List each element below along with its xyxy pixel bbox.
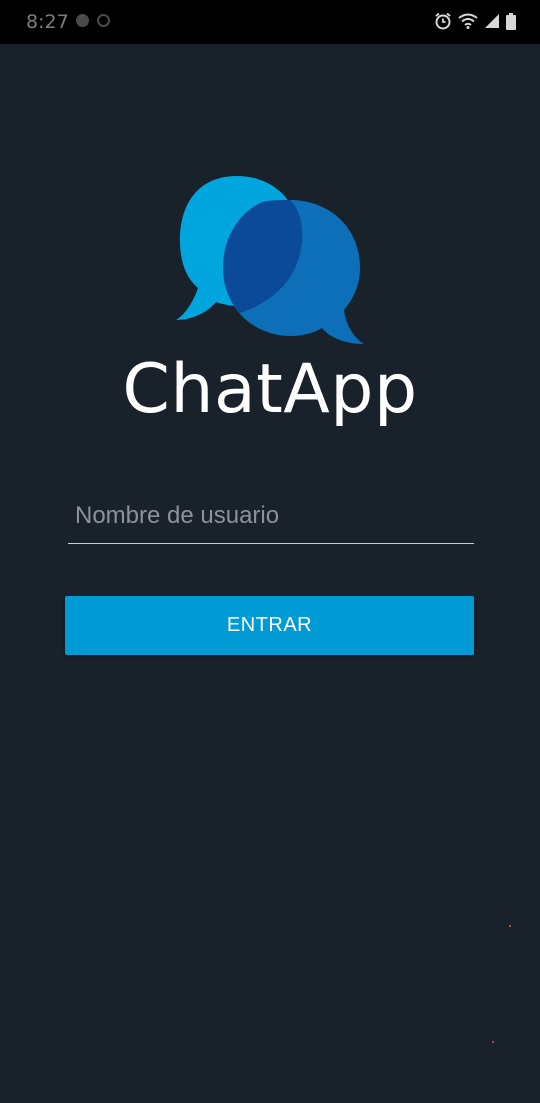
wifi-icon	[458, 13, 478, 29]
at-icon	[97, 14, 110, 27]
username-input[interactable]	[68, 488, 474, 544]
status-time: 8:27	[26, 11, 69, 33]
decorative-dot	[509, 925, 511, 927]
decorative-dot	[492, 1041, 494, 1043]
signal-icon	[485, 14, 499, 28]
enter-button[interactable]: ENTRAR	[65, 596, 474, 655]
battery-icon	[506, 12, 516, 30]
alarm-icon	[435, 12, 451, 30]
status-icons	[434, 11, 516, 31]
status-bar: 8:27	[0, 0, 540, 44]
login-screen: 8:27 ChatApp Nombre de usuario ENTRAR	[0, 0, 540, 1103]
notification-icon	[76, 14, 89, 27]
chat-bubbles-logo	[176, 176, 364, 344]
app-title: ChatApp	[122, 350, 418, 429]
